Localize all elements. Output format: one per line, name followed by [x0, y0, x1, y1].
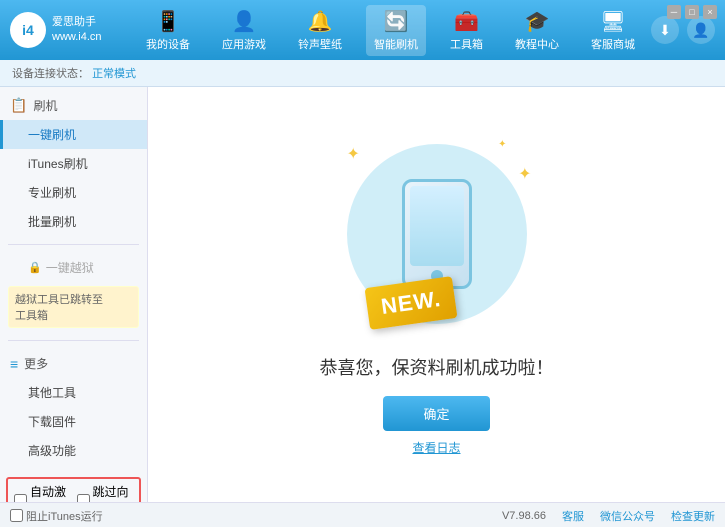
phone-screen: [410, 186, 464, 266]
nav-ringtones[interactable]: 🔔 铃声壁纸: [290, 5, 350, 56]
sidebar-item-one-key-flash[interactable]: 一键刷机: [0, 120, 147, 149]
logo-area: i4 爱思助手 www.i4.cn: [10, 12, 130, 48]
sidebar-jailbreak-section: 🔒 一键越狱 越狱工具已跳转至工具箱: [0, 249, 147, 336]
sidebar-more-section: ≡ 更多 其他工具 下载固件 高级功能: [0, 345, 147, 469]
ringtones-label: 铃声壁纸: [298, 36, 342, 52]
my-device-label: 我的设备: [146, 36, 190, 52]
main-layout: 📋 刷机 一键刷机 iTunes刷机 专业刷机 批量刷机 🔒 一键越狱 越狱工具…: [0, 87, 725, 502]
smart-flash-icon: 🔄: [384, 9, 409, 34]
nav-toolbox[interactable]: 🧰 工具箱: [442, 5, 491, 56]
apps-games-icon: 👤: [232, 9, 257, 34]
sidebar-more-label: 更多: [24, 355, 48, 372]
phone-device: [402, 179, 472, 289]
auto-activate-label: 自动激活: [30, 483, 71, 502]
sidebar-disabled-label: 一键越狱: [46, 259, 94, 276]
device-options-box: 自动激活 跳过向导: [6, 477, 141, 502]
toolbox-label: 工具箱: [450, 36, 483, 52]
sidebar: 📋 刷机 一键刷机 iTunes刷机 专业刷机 批量刷机 🔒 一键越狱 越狱工具…: [0, 87, 148, 502]
phone-illustration: ✦ ✦ ✦ NEW.: [337, 134, 537, 334]
sidebar-flash-label: 刷机: [33, 97, 57, 114]
breadcrumb-prefix: 设备连接状态：: [12, 68, 89, 80]
log-link[interactable]: 查看日志: [412, 439, 460, 456]
support-link[interactable]: 客服: [562, 508, 584, 524]
header-right: ⬇ 👤: [651, 16, 715, 44]
nav-service[interactable]: 🖥 客服商城: [583, 5, 643, 56]
toolbox-icon: 🧰: [454, 9, 479, 34]
tutorial-icon: 🎓: [525, 9, 550, 34]
nav-smart-flash[interactable]: 🔄 智能刷机: [366, 5, 426, 56]
logo-icon: i4: [10, 12, 46, 48]
service-label: 客服商城: [591, 36, 635, 52]
auto-activate-checkbox-label[interactable]: 自动激活: [14, 483, 71, 502]
close-button[interactable]: ×: [703, 5, 717, 19]
footer: 阻止iTunes运行 V7.98.66 客服 微信公众号 检查更新: [0, 502, 725, 527]
apps-games-label: 应用游戏: [222, 36, 266, 52]
sparkle-icon-1: ✦: [347, 144, 360, 164]
sidebar-jailbreak-notice: 越狱工具已跳转至工具箱: [8, 286, 139, 328]
sidebar-item-pro-flash[interactable]: 专业刷机: [0, 178, 147, 207]
phone-body: [402, 179, 472, 289]
tutorial-label: 教程中心: [515, 36, 559, 52]
sparkle-icon-2: ✦: [518, 164, 531, 184]
sidebar-flash-category: 📋 刷机: [0, 91, 147, 120]
maximize-button[interactable]: □: [685, 5, 699, 19]
sidebar-divider-1: [8, 244, 139, 245]
more-category-icon: ≡: [10, 356, 18, 372]
lock-icon: 🔒: [28, 261, 42, 274]
sidebar-item-download-firmware[interactable]: 下载固件: [0, 407, 147, 436]
guided-restore-checkbox[interactable]: [77, 494, 90, 503]
app-url: www.i4.cn: [52, 30, 102, 45]
breadcrumb-status: 正常模式: [92, 68, 136, 80]
user-button[interactable]: 👤: [687, 16, 715, 44]
success-message: 恭喜您，保资料刷机成功啦！: [320, 354, 554, 380]
sidebar-item-itunes-flash[interactable]: iTunes刷机: [0, 149, 147, 178]
wechat-link[interactable]: 微信公众号: [600, 508, 655, 524]
content-panel: ✦ ✦ ✦ NEW. 恭喜您，保资料刷机成功啦！ 确定: [148, 87, 725, 502]
guided-restore-checkbox-label[interactable]: 跳过向导: [77, 483, 134, 502]
nav-tutorial[interactable]: 🎓 教程中心: [507, 5, 567, 56]
check-update-link[interactable]: 检查更新: [671, 508, 715, 524]
sparkle-icon-3: ✦: [498, 139, 506, 150]
window-controls: ─ □ ×: [667, 5, 717, 19]
nav-apps-games[interactable]: 👤 应用游戏: [214, 5, 274, 56]
sidebar-more-category: ≡ 更多: [0, 349, 147, 378]
itunes-checkbox[interactable]: [10, 509, 23, 522]
footer-left: 阻止iTunes运行: [10, 508, 103, 524]
guided-restore-label: 跳过向导: [93, 483, 134, 502]
nav-bar: 📱 我的设备 👤 应用游戏 🔔 铃声壁纸 🔄 智能刷机 🧰 工具箱 🎓: [130, 5, 651, 56]
sidebar-item-advanced[interactable]: 高级功能: [0, 436, 147, 465]
footer-right: V7.98.66 客服 微信公众号 检查更新: [502, 508, 715, 524]
logo-text: 爱思助手 www.i4.cn: [52, 15, 102, 46]
device-options-row: 自动激活 跳过向导: [14, 483, 133, 502]
download-button[interactable]: ⬇: [651, 16, 679, 44]
confirm-button[interactable]: 确定: [383, 396, 489, 431]
nav-my-device[interactable]: 📱 我的设备: [138, 5, 198, 56]
itunes-label: 阻止iTunes运行: [26, 508, 103, 524]
smart-flash-label: 智能刷机: [374, 36, 418, 52]
version-label: V7.98.66: [502, 510, 546, 522]
ringtones-icon: 🔔: [308, 9, 333, 34]
flash-category-icon: 📋: [10, 97, 27, 114]
breadcrumb: 设备连接状态： 正常模式: [0, 60, 725, 87]
sidebar-flash-section: 📋 刷机 一键刷机 iTunes刷机 专业刷机 批量刷机: [0, 87, 147, 240]
sidebar-item-batch-flash[interactable]: 批量刷机: [0, 207, 147, 236]
app-name: 爱思助手: [52, 15, 102, 30]
auto-activate-checkbox[interactable]: [14, 494, 27, 503]
service-icon: 🖥: [600, 9, 625, 34]
sidebar-item-other-tools[interactable]: 其他工具: [0, 378, 147, 407]
sidebar-item-jailbreak-disabled: 🔒 一键越狱: [0, 253, 147, 282]
sidebar-divider-2: [8, 340, 139, 341]
minimize-button[interactable]: ─: [667, 5, 681, 19]
header: i4 爱思助手 www.i4.cn 📱 我的设备 👤 应用游戏 🔔 铃声壁纸 🔄…: [0, 0, 725, 60]
sidebar-device-area: 自动激活 跳过向导 📱 iPhone 15 Pro Max 512GB iPho…: [0, 469, 147, 502]
itunes-checkbox-label[interactable]: 阻止iTunes运行: [10, 508, 103, 524]
my-device-icon: 📱: [156, 9, 181, 34]
